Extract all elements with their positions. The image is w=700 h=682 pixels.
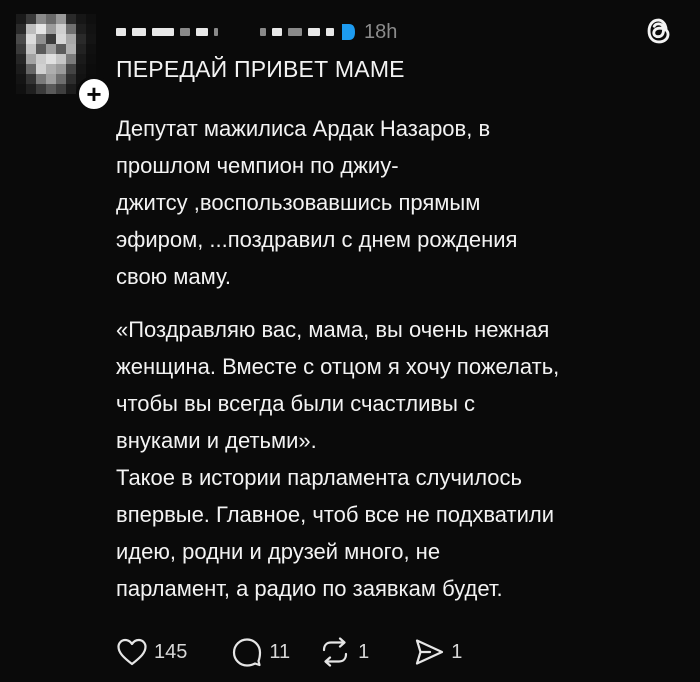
avatar[interactable]: + — [16, 14, 112, 112]
heart-icon — [117, 638, 147, 666]
share-button[interactable]: 1 — [413, 637, 462, 667]
comment-icon — [233, 638, 262, 667]
post-header: 18h — [116, 16, 397, 48]
post-paragraph-3: Такое в истории парламента случилось впе… — [116, 459, 686, 607]
reply-count: 11 — [269, 640, 291, 663]
body-line: Депутат мажилиса Ардак Назаров, в — [116, 116, 491, 141]
share-count: 1 — [451, 640, 463, 663]
post-paragraph-1: Депутат мажилиса Ардак Назаров, в прошло… — [116, 110, 686, 295]
post-timestamp: 18h — [364, 20, 398, 43]
body-line: женщина. Вместе с отцом я хочу пожелать, — [116, 354, 560, 379]
repost-button[interactable]: 1 — [318, 637, 369, 667]
body-line: Такое в истории парламента случилось — [116, 465, 522, 490]
follow-plus-icon[interactable]: + — [76, 76, 112, 112]
repost-count: 1 — [358, 640, 370, 663]
body-line: эфиром, ...поздравил с днем рождения — [116, 227, 518, 252]
body-line: впервые. Главное, чтоб все не подхватили — [116, 502, 555, 527]
verified-badge-icon — [342, 24, 355, 40]
post-title: ПЕРЕДАЙ ПРИВЕТ МАМЕ — [116, 56, 405, 82]
post-paragraph-2: «Поздравляю вас, мама, вы очень нежная ж… — [116, 311, 686, 459]
send-icon — [416, 639, 444, 665]
body-line: внуками и детьми». — [116, 428, 317, 453]
body-line: прошлом чемпион по джиу- — [116, 153, 399, 178]
post-actions: 145 11 1 1 — [116, 632, 462, 672]
thread-post: + 18h ПЕРЕДАЙ ПРИВЕТ МАМЕ Депутат мажили… — [0, 0, 700, 682]
body-line: джитсу ,воспользовавшись прямым — [116, 190, 481, 215]
repost-icon — [323, 637, 348, 667]
body-line: чтобы вы всегда были счастливы с — [116, 391, 475, 416]
threads-icon[interactable] — [640, 12, 678, 50]
post-body: Депутат мажилиса Ардак Назаров, в прошло… — [116, 110, 686, 607]
body-line: «Поздравляю вас, мама, вы очень нежная — [116, 317, 550, 342]
reply-button[interactable]: 11 — [231, 636, 290, 668]
body-line: идею, родни и друзей много, не — [116, 539, 441, 564]
body-line: парламент, а радио по заявкам будет. — [116, 576, 503, 601]
like-button[interactable]: 145 — [116, 637, 187, 667]
username-redacted[interactable] — [116, 28, 334, 36]
body-line: свою маму. — [116, 264, 231, 289]
like-count: 145 — [154, 640, 188, 663]
